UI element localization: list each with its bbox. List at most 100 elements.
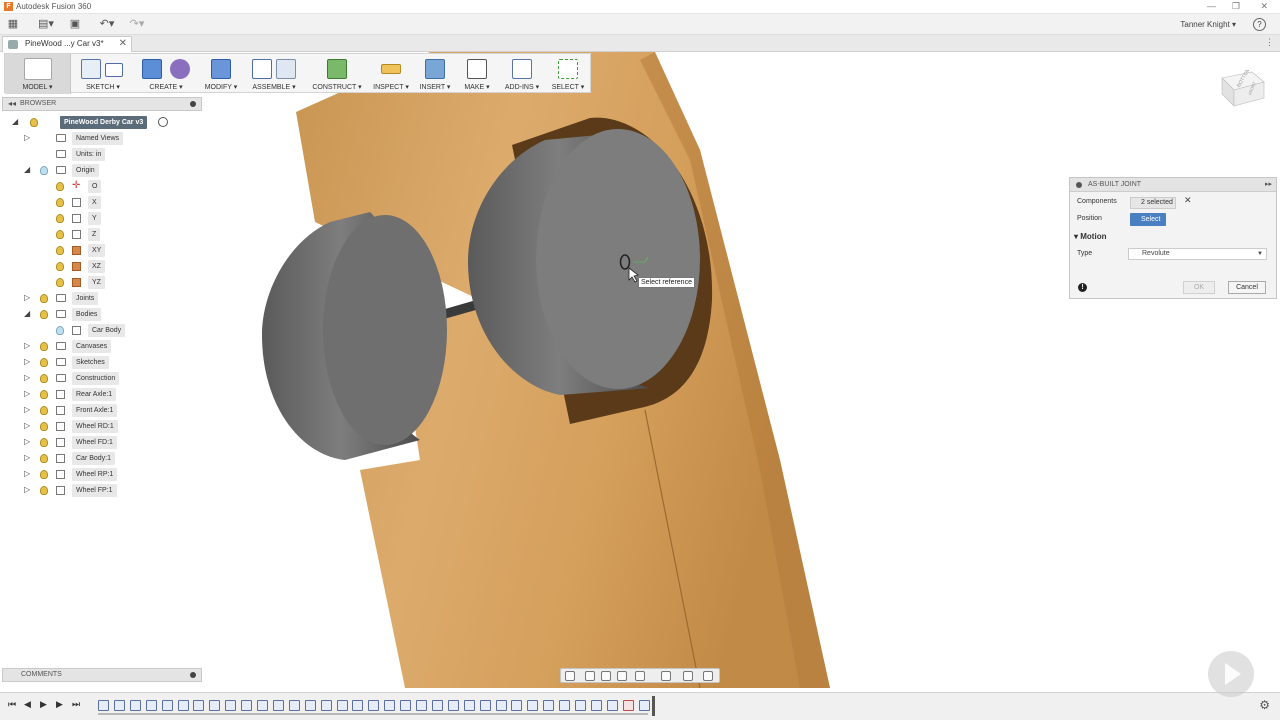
- timeline-feature-icon[interactable]: [161, 700, 173, 711]
- browser-item[interactable]: ▷ Rear Axle:1: [24, 388, 194, 401]
- browser-item[interactable]: ▷ Wheel FP:1: [24, 484, 194, 497]
- timeline-feature-icon[interactable]: [368, 700, 380, 711]
- timeline-feature-icon[interactable]: [431, 700, 443, 711]
- timeline-marker[interactable]: [652, 696, 655, 716]
- joint-type-select[interactable]: Revolute ▼: [1128, 248, 1267, 260]
- timeline-feature-icon[interactable]: [463, 700, 475, 711]
- undo-icon[interactable]: ↶▾: [96, 17, 118, 32]
- visibility-bulb-icon[interactable]: [40, 470, 48, 479]
- expand-icon[interactable]: ▷: [24, 485, 30, 494]
- timeline-play-icon[interactable]: ▶: [40, 699, 47, 710]
- addins-menu[interactable]: ADD-INS ▾: [501, 54, 543, 94]
- visibility-bulb-icon[interactable]: [56, 262, 64, 271]
- fit-icon[interactable]: [635, 671, 645, 681]
- collapse-icon[interactable]: ◢: [24, 165, 30, 174]
- zoom-icon[interactable]: [617, 671, 627, 681]
- workspace-model-button[interactable]: MODEL ▾: [5, 54, 71, 94]
- timeline-feature-icon[interactable]: [177, 700, 189, 711]
- look-at-icon[interactable]: [585, 671, 595, 681]
- visibility-bulb-icon[interactable]: [56, 198, 64, 207]
- timeline-feature-icon[interactable]: [225, 700, 237, 711]
- cancel-button[interactable]: Cancel: [1228, 281, 1266, 294]
- timeline-settings-gear-icon[interactable]: ⚙: [1259, 698, 1270, 712]
- visibility-bulb-icon[interactable]: [56, 246, 64, 255]
- timeline-feature-icon[interactable]: [304, 700, 316, 711]
- browser-panel-header[interactable]: ◂◂ BROWSER: [2, 97, 202, 111]
- file-icon[interactable]: ▤▾: [36, 17, 56, 32]
- front-wheel-face[interactable]: [536, 129, 700, 389]
- timeline-feature-icon[interactable]: [129, 700, 141, 711]
- browser-item[interactable]: ▷ Named Views: [24, 132, 194, 145]
- timeline-feature-icon[interactable]: [113, 700, 125, 711]
- document-tab[interactable]: PineWood ...y Car v3* ✕: [2, 36, 132, 52]
- grid-icon[interactable]: ▦: [6, 17, 20, 32]
- browser-item[interactable]: ✛ O: [40, 180, 210, 193]
- save-icon[interactable]: ▣: [68, 17, 82, 32]
- video-play-overlay[interactable]: [1208, 651, 1254, 697]
- visibility-bulb-icon[interactable]: [40, 406, 48, 415]
- redo-icon[interactable]: ↷▾: [126, 17, 148, 32]
- pan-icon[interactable]: [601, 671, 611, 681]
- user-menu[interactable]: Tanner Knight ▾: [1180, 20, 1236, 29]
- browser-item[interactable]: ▷ Wheel RP:1: [24, 468, 194, 481]
- browser-item[interactable]: Y: [40, 212, 210, 225]
- timeline-feature-icon[interactable]: [209, 700, 221, 711]
- timeline-feature-icon[interactable]: [98, 700, 109, 711]
- comments-pin-icon[interactable]: [190, 672, 196, 678]
- sketch-menu[interactable]: SKETCH ▾: [75, 54, 131, 94]
- orbit-icon[interactable]: [565, 671, 575, 681]
- expand-icon[interactable]: ▷: [24, 389, 30, 398]
- restore-icon[interactable]: ❐: [1232, 1, 1240, 12]
- timeline-feature-icon[interactable]: [193, 700, 205, 711]
- timeline-feature-icon[interactable]: [622, 700, 634, 711]
- viewports-icon[interactable]: [703, 671, 713, 681]
- create-menu[interactable]: CREATE ▾: [135, 54, 197, 94]
- expand-icon[interactable]: ▷: [24, 405, 30, 414]
- expand-icon[interactable]: ◢: [12, 117, 18, 126]
- browser-item[interactable]: ▷ Construction: [24, 372, 194, 385]
- browser-item[interactable]: Z: [40, 228, 210, 241]
- viewcube[interactable]: BOTTOM FRONT: [1218, 70, 1266, 108]
- visibility-bulb-icon[interactable]: [56, 326, 64, 335]
- browser-item[interactable]: X: [40, 196, 210, 209]
- browser-item[interactable]: ◢ Origin: [24, 164, 194, 177]
- browser-item[interactable]: ▷ Car Body:1: [24, 452, 194, 465]
- visibility-bulb-icon[interactable]: [56, 214, 64, 223]
- visibility-bulb-icon[interactable]: [40, 374, 48, 383]
- timeline-feature-icon[interactable]: [257, 700, 268, 711]
- expand-icon[interactable]: ▷: [24, 293, 30, 302]
- timeline-feature-icon[interactable]: [272, 700, 284, 711]
- browser-item[interactable]: XZ: [40, 260, 210, 273]
- minimize-icon[interactable]: —: [1207, 1, 1216, 11]
- browser-item[interactable]: ▷ Sketches: [24, 356, 194, 369]
- expand-dialog-icon[interactable]: ▸▸: [1265, 180, 1272, 188]
- browser-item[interactable]: ▷ Front Axle:1: [24, 404, 194, 417]
- expand-icon[interactable]: ▷: [24, 469, 30, 478]
- timeline-feature-icon[interactable]: [559, 700, 571, 711]
- timeline-feature-icon[interactable]: [511, 700, 523, 711]
- timeline-next-icon[interactable]: ▶: [56, 699, 63, 710]
- visibility-bulb-icon[interactable]: [40, 166, 48, 175]
- browser-root-item[interactable]: ◢ PineWood Derby Car v3: [12, 116, 202, 129]
- timeline-feature-icon[interactable]: [288, 700, 300, 711]
- select-menu[interactable]: SELECT ▾: [547, 54, 589, 94]
- browser-item[interactable]: ▷ Wheel RD:1: [24, 420, 194, 433]
- timeline-feature-icon[interactable]: [352, 700, 364, 711]
- timeline-feature-icon[interactable]: [495, 700, 507, 711]
- collapse-icon[interactable]: ◢: [24, 309, 30, 318]
- timeline-feature-icon[interactable]: [416, 700, 427, 711]
- timeline-feature-icon[interactable]: [447, 700, 459, 711]
- timeline-feature-icon[interactable]: [479, 700, 491, 711]
- visibility-bulb-icon[interactable]: [40, 294, 48, 303]
- clear-selection-icon[interactable]: ✕: [1184, 195, 1192, 206]
- timeline-feature-icon[interactable]: [336, 700, 348, 711]
- expand-icon[interactable]: ▷: [24, 373, 30, 382]
- visibility-bulb-icon[interactable]: [30, 118, 38, 127]
- position-select-button[interactable]: Select: [1130, 213, 1166, 226]
- assemble-menu[interactable]: ASSEMBLE ▾: [245, 54, 303, 94]
- visibility-bulb-icon[interactable]: [40, 390, 48, 399]
- visibility-bulb-icon[interactable]: [56, 278, 64, 287]
- timeline-feature-icon[interactable]: [400, 700, 412, 711]
- timeline-feature-icon[interactable]: [241, 700, 253, 711]
- expand-icon[interactable]: ▷: [24, 437, 30, 446]
